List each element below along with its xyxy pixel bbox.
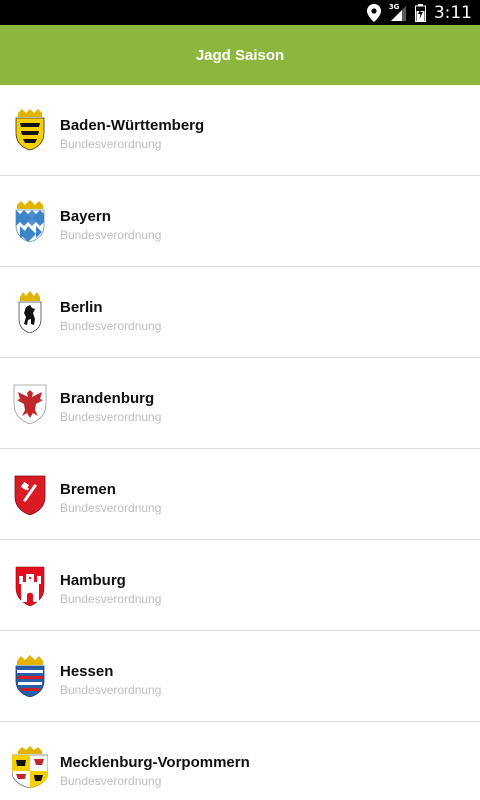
app-title: Jagd Saison (195, 46, 285, 64)
bayern-crest-icon (12, 200, 48, 242)
state-name: Hessen (60, 663, 114, 680)
baden-wuerttemberg-crest-icon (12, 109, 48, 151)
state-name: Berlin (60, 299, 103, 316)
state-name: Brandenburg (60, 390, 155, 407)
status-bar: 3G 3:11 (0, 0, 480, 25)
mecklenburg-vorpommern-crest-icon (12, 746, 48, 788)
list-item-baden-wuerttemberg[interactable]: Baden-Württemberg Bundesverordnung (0, 85, 480, 176)
state-subtitle: Bundesverordnung (60, 410, 162, 424)
list-item-bayern[interactable]: Bayern Bundesverordnung (0, 176, 480, 267)
berlin-crest-icon (12, 291, 48, 333)
signal-icon: 3G (388, 2, 407, 22)
list-item-brandenburg[interactable]: Brandenburg Bundesverordnung (0, 358, 480, 449)
state-subtitle: Bundesverordnung (60, 228, 162, 242)
status-time: 3:11 (433, 2, 472, 23)
hamburg-crest-icon (12, 564, 48, 606)
bremen-crest-icon (12, 473, 48, 515)
app-bar: Jagd Saison (0, 25, 480, 85)
state-subtitle: Bundesverordnung (60, 501, 162, 515)
list-item-bremen[interactable]: Bremen Bundesverordnung (0, 449, 480, 540)
state-subtitle: Bundesverordnung (60, 592, 162, 606)
network-type-label: 3G (388, 2, 400, 11)
list-item-mecklenburg-vorpommern[interactable]: Mecklenburg-Vorpommern Bundesverordnung (0, 722, 480, 800)
list-item-hessen[interactable]: Hessen Bundesverordnung (0, 631, 480, 722)
battery-icon (414, 3, 426, 22)
state-subtitle: Bundesverordnung (60, 774, 162, 788)
state-name: Baden-Württemberg (60, 117, 205, 134)
state-name: Hamburg (60, 572, 126, 589)
location-pin-icon (366, 3, 381, 22)
state-name: Mecklenburg-Vorpommern (60, 754, 250, 771)
hessen-crest-icon (12, 655, 48, 697)
state-name: Bremen (60, 481, 116, 498)
list-item-berlin[interactable]: Berlin Bundesverordnung (0, 267, 480, 358)
state-list: Baden-Württemberg Bundesverordnung Bayer… (0, 85, 480, 800)
state-subtitle: Bundesverordnung (60, 319, 162, 333)
state-name: Bayern (60, 208, 111, 225)
state-subtitle: Bundesverordnung (60, 137, 162, 151)
list-item-hamburg[interactable]: Hamburg Bundesverordnung (0, 540, 480, 631)
state-subtitle: Bundesverordnung (60, 683, 162, 697)
brandenburg-crest-icon (12, 382, 48, 424)
